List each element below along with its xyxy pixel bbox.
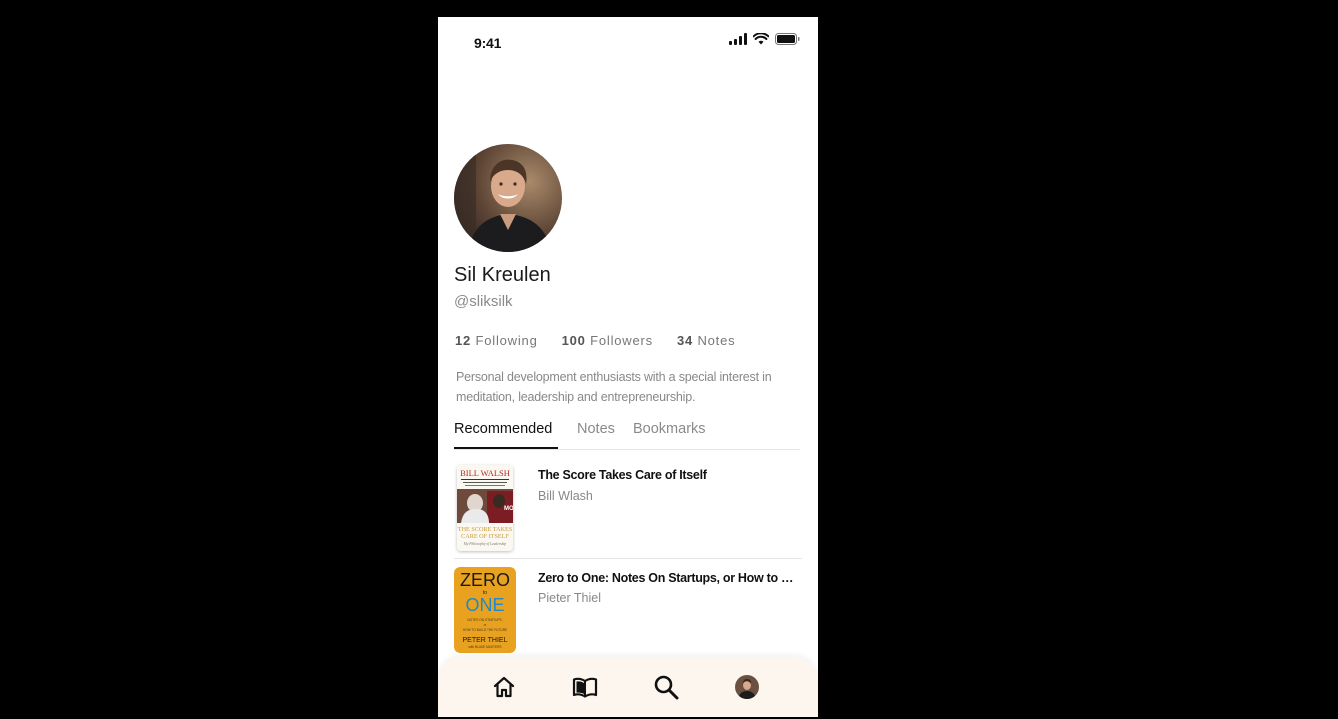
- svg-text:MON: MON: [504, 506, 513, 512]
- svg-text:CARE OF ITSELF: CARE OF ITSELF: [461, 533, 509, 540]
- stat-following[interactable]: 12 Following: [455, 333, 538, 348]
- stat-label: Followers: [590, 333, 653, 348]
- svg-text:NOTES ON STARTUPS,: NOTES ON STARTUPS,: [467, 618, 502, 622]
- bottom-nav-bar: [438, 657, 818, 717]
- svg-text:HOW TO BUILD THE FUTURE: HOW TO BUILD THE FUTURE: [463, 628, 507, 632]
- tab-notes[interactable]: Notes: [577, 421, 615, 437]
- profile-name: Sil Kreulen: [454, 264, 551, 286]
- book-list-item[interactable]: ZERO to ONE NOTES ON STARTUPS, or HOW TO…: [454, 565, 802, 655]
- status-icons: [729, 33, 800, 45]
- book-title: The Score Takes Care of Itself: [538, 468, 707, 482]
- cover-coauthor: with BLAKE MASTERS: [468, 645, 501, 649]
- profile-stats: 12 Following 100 Followers 34 Notes: [455, 333, 735, 348]
- status-time: 9:41: [474, 35, 502, 51]
- battery-icon: [775, 33, 800, 45]
- tab-recommended[interactable]: Recommended: [454, 421, 552, 437]
- cover-author: PETER THIEL: [463, 637, 508, 644]
- cover-line1: ZERO: [460, 570, 510, 590]
- book-author: Bill Wlash: [538, 489, 593, 503]
- nav-home[interactable]: [490, 673, 518, 701]
- home-icon: [493, 676, 515, 698]
- list-divider: [454, 558, 802, 559]
- stat-notes[interactable]: 34 Notes: [677, 333, 735, 348]
- cover-top-text: BILL WALSH: [460, 468, 510, 478]
- phone-screen: 9:41 Sil Kreulen @sliksilk 12 Following …: [438, 17, 818, 717]
- active-tab-indicator: [454, 447, 558, 449]
- status-bar: 9:41: [438, 17, 818, 67]
- stat-count: 34: [676, 333, 694, 348]
- wifi-icon: [753, 33, 769, 45]
- nav-library[interactable]: [571, 673, 599, 701]
- search-icon: [654, 675, 679, 700]
- profile-handle: @sliksilk: [454, 293, 513, 310]
- book-cover-image: ZERO to ONE NOTES ON STARTUPS, or HOW TO…: [454, 567, 516, 653]
- nav-search[interactable]: [652, 673, 680, 701]
- book-cover-image: BILL WALSH MON THE SCORE TAKES CARE OF I…: [457, 465, 513, 551]
- profile-bio: Personal development enthusiasts with a …: [456, 370, 772, 404]
- stat-count: 100: [561, 333, 586, 348]
- profile-avatar[interactable]: [454, 144, 562, 252]
- nav-profile[interactable]: [733, 673, 761, 701]
- book-list-item[interactable]: BILL WALSH MON THE SCORE TAKES CARE OF I…: [454, 462, 802, 554]
- tab-bookmarks[interactable]: Bookmarks: [633, 421, 706, 437]
- book-author: Pieter Thiel: [538, 591, 601, 605]
- profile-avatar-small: [735, 675, 759, 699]
- book-title: Zero to One: Notes On Startups, or How t…: [538, 571, 800, 585]
- stat-count: 12: [455, 333, 472, 348]
- svg-text:THE SCORE TAKES: THE SCORE TAKES: [458, 526, 513, 533]
- cover-tagline: My Philosophy of Leadership: [463, 542, 507, 546]
- signal-icon: [729, 33, 747, 45]
- profile-tabs: Recommended Notes Bookmarks: [454, 419, 800, 450]
- stat-followers[interactable]: 100 Followers: [562, 333, 653, 348]
- stat-label: Notes: [697, 333, 736, 348]
- cover-line3: ONE: [465, 595, 504, 615]
- stat-label: Following: [475, 333, 538, 348]
- book-icon: [572, 677, 598, 698]
